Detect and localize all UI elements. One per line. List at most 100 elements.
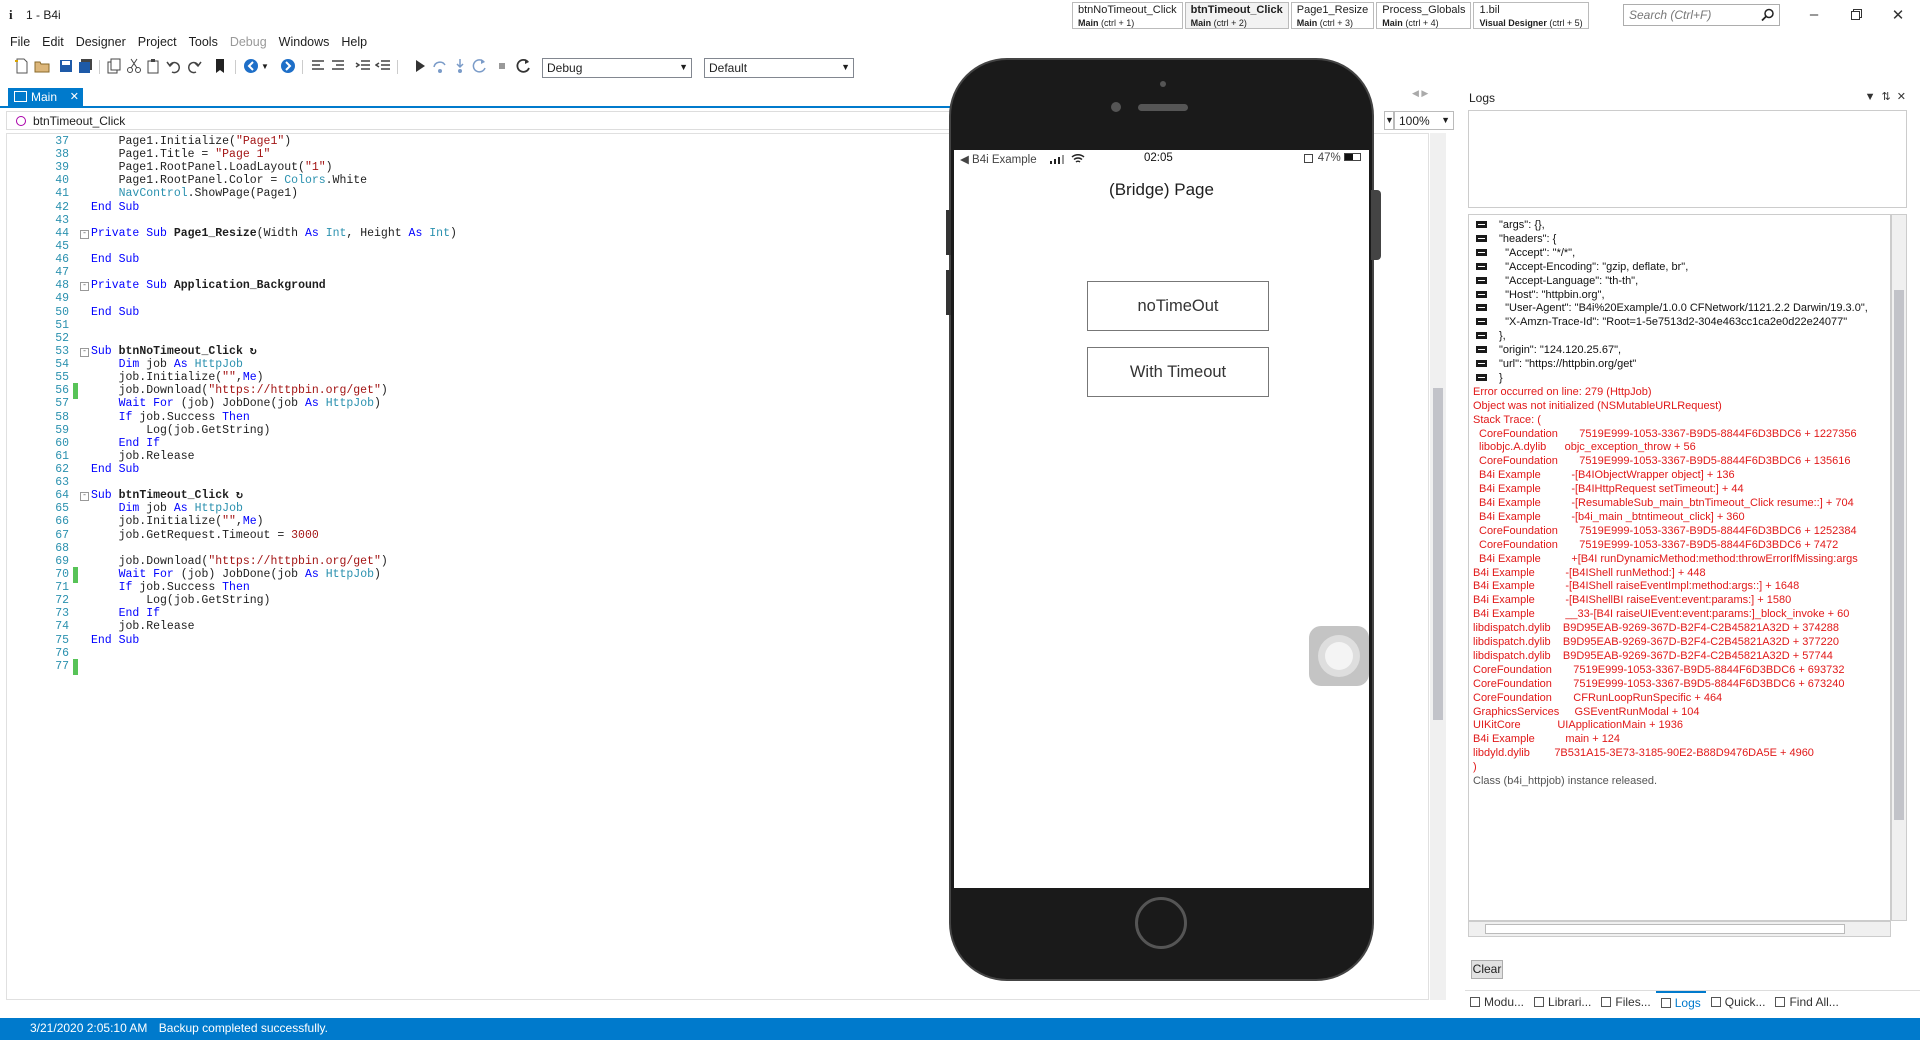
- expand-icon[interactable]: [1476, 304, 1487, 312]
- quick-tab[interactable]: btnNoTimeout_Click Main (ctrl + 1): [1072, 2, 1183, 29]
- save-all-icon[interactable]: [78, 58, 94, 74]
- logs-filter-area[interactable]: [1468, 110, 1907, 208]
- save-icon[interactable]: [58, 58, 74, 74]
- fold-toggle-icon[interactable]: -: [80, 282, 89, 292]
- editor-scrollbar[interactable]: [1430, 133, 1446, 1000]
- expand-icon[interactable]: [1476, 373, 1487, 381]
- menu-file[interactable]: File: [4, 33, 36, 53]
- expand-icon[interactable]: [1476, 262, 1487, 270]
- quick-tab-shortcut: (ctrl + 3): [1319, 18, 1354, 28]
- fold-toggle-icon[interactable]: -: [80, 492, 89, 502]
- tab-find-all[interactable]: Find All...: [1770, 991, 1843, 1012]
- expand-icon[interactable]: [1476, 332, 1487, 340]
- indent-icon[interactable]: [355, 58, 371, 74]
- run-icon[interactable]: [412, 58, 428, 74]
- wifi-icon: [1071, 153, 1085, 167]
- chevron-down-icon[interactable]: ▼: [1384, 111, 1394, 130]
- quick-tab[interactable]: 1.bil Visual Designer (ctrl + 5): [1473, 2, 1589, 29]
- platform-select[interactable]: Default ▼: [704, 58, 854, 78]
- fold-toggle-icon[interactable]: -: [80, 229, 89, 239]
- build-config-select[interactable]: Debug ▼: [542, 58, 692, 78]
- resumable-sub-icon: ↻: [229, 489, 243, 503]
- menu-windows[interactable]: Windows: [273, 33, 336, 53]
- cut-icon[interactable]: [126, 58, 142, 74]
- tab-files[interactable]: Files...: [1596, 991, 1655, 1012]
- tab-modules-label: Modu...: [1484, 994, 1525, 1009]
- tab-quick-search[interactable]: Quick...: [1706, 991, 1771, 1012]
- tab-logs[interactable]: Logs: [1655, 991, 1706, 1012]
- menu-designer[interactable]: Designer: [70, 33, 132, 53]
- refresh-icon[interactable]: [516, 58, 532, 74]
- menu-project[interactable]: Project: [132, 33, 183, 53]
- maximize-button[interactable]: [1835, 0, 1877, 29]
- status-back-label[interactable]: ◀ B4i Example: [960, 152, 1037, 166]
- undo-icon[interactable]: [166, 58, 182, 74]
- sub-selector[interactable]: btnTimeout_Click: [6, 111, 960, 130]
- preview-nav-arrows[interactable]: ◀ ▶: [1412, 88, 1452, 102]
- uncomment-icon[interactable]: [330, 58, 346, 74]
- step-over-icon[interactable]: [432, 58, 448, 74]
- expand-icon[interactable]: [1476, 276, 1487, 284]
- navigate-back-icon[interactable]: [243, 58, 259, 74]
- restart-icon[interactable]: [472, 58, 488, 74]
- expand-icon[interactable]: [1476, 248, 1487, 256]
- expand-icon[interactable]: [1476, 360, 1487, 367]
- expand-icon[interactable]: [1476, 346, 1487, 354]
- fold-toggle-icon[interactable]: -: [80, 347, 89, 357]
- log-list[interactable]: "args": {}, "headers": { "Accept": "*/*",…: [1468, 214, 1891, 921]
- logs-panel-controls[interactable]: ▼⇅✕: [1865, 90, 1912, 103]
- home-button[interactable]: [1135, 897, 1187, 949]
- menu-help[interactable]: Help: [335, 33, 373, 53]
- bookmark-icon[interactable]: [212, 58, 228, 74]
- search-icon[interactable]: [1761, 8, 1775, 22]
- comment-icon[interactable]: [310, 58, 326, 74]
- quick-tab-module: Main: [1078, 18, 1099, 28]
- log-scrollbar-thumb[interactable]: [1894, 290, 1904, 820]
- log-horizontal-scrollbar[interactable]: [1468, 921, 1891, 937]
- expand-icon[interactable]: [1476, 234, 1487, 242]
- tab-libraries[interactable]: Librari...: [1529, 991, 1596, 1012]
- logs-header: Logs ▼⇅✕: [1465, 88, 1920, 108]
- assistive-touch-button[interactable]: [1309, 626, 1369, 686]
- tab-main[interactable]: Main ✕: [8, 88, 83, 107]
- stop-icon[interactable]: [494, 58, 510, 74]
- with-timeout-button[interactable]: With Timeout: [1087, 347, 1269, 397]
- new-file-icon[interactable]: [14, 58, 30, 74]
- battery-icon: [1344, 153, 1361, 161]
- minimize-button[interactable]: –: [1793, 0, 1835, 29]
- close-button[interactable]: ✕: [1877, 0, 1919, 29]
- menu-tools[interactable]: Tools: [183, 33, 224, 53]
- quick-tab-shortcut: (ctrl + 1): [1101, 18, 1135, 28]
- log-horizontal-thumb[interactable]: [1485, 924, 1845, 934]
- search-input[interactable]: [1629, 8, 1749, 22]
- quick-tab[interactable]: Page1_Resize Main (ctrl + 3): [1290, 2, 1375, 29]
- sub-selector-value: btnTimeout_Click: [33, 114, 126, 128]
- zoom-select[interactable]: 100% ▼: [1394, 111, 1454, 130]
- editor-scrollbar-thumb[interactable]: [1433, 388, 1443, 720]
- log-scrollbar[interactable]: [1891, 214, 1907, 921]
- close-tab-icon[interactable]: ✕: [70, 90, 79, 103]
- phone-volume-button: [946, 270, 951, 315]
- tab-modules[interactable]: Modu...: [1465, 991, 1529, 1012]
- paste-icon[interactable]: [146, 58, 162, 74]
- menu-debug[interactable]: Debug: [224, 33, 273, 53]
- chevron-down-icon: ▼: [841, 62, 850, 72]
- menu-edit[interactable]: Edit: [36, 33, 70, 53]
- phone-side-tab[interactable]: [1371, 190, 1381, 260]
- no-timeout-button[interactable]: noTimeOut: [1087, 281, 1269, 331]
- outdent-icon[interactable]: [374, 58, 391, 74]
- navigate-forward-icon[interactable]: [280, 58, 296, 74]
- redo-icon[interactable]: [186, 58, 202, 74]
- log-entry[interactable]: Class (b4i_httpjob) instance released.: [1469, 773, 1890, 790]
- expand-icon[interactable]: [1476, 290, 1487, 298]
- expand-icon[interactable]: [1476, 221, 1487, 228]
- open-folder-icon[interactable]: [34, 58, 50, 74]
- dropdown-arrow-icon[interactable]: ▼: [261, 62, 271, 78]
- quick-tab[interactable]: btnTimeout_Click Main (ctrl + 2): [1184, 2, 1289, 29]
- clear-logs-button[interactable]: Clear: [1471, 960, 1503, 979]
- copy-file-icon[interactable]: [106, 58, 122, 74]
- zoom-value: 100%: [1399, 114, 1430, 128]
- quick-tab[interactable]: Process_Globals Main (ctrl + 4): [1376, 2, 1472, 29]
- step-into-icon[interactable]: [452, 58, 468, 74]
- expand-icon[interactable]: [1476, 318, 1487, 326]
